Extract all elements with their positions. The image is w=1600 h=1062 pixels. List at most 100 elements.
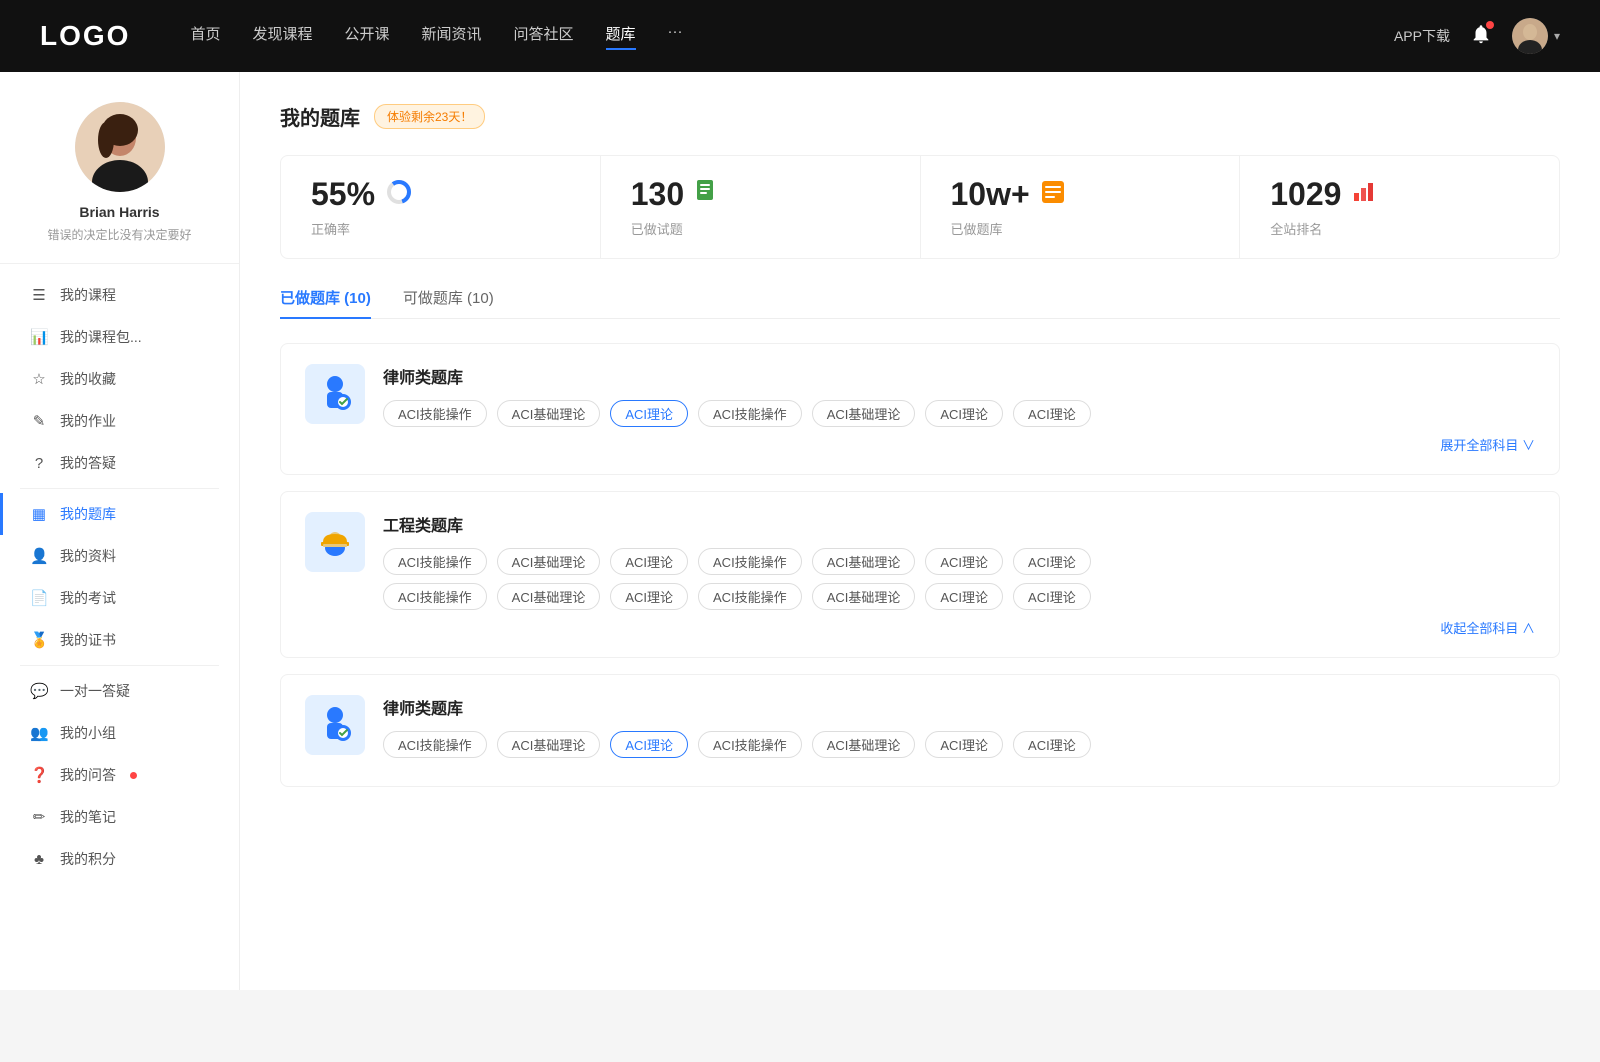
sidebar-divider-9 — [20, 665, 219, 666]
stat-card-3: 1029 全站排名 — [1240, 156, 1559, 258]
tag2-engineer1-2[interactable]: ACI理论 — [610, 583, 688, 610]
nav-item-发现课程[interactable]: 发现课程 — [252, 23, 312, 50]
tag2-engineer1-5[interactable]: ACI理论 — [925, 583, 1003, 610]
sidebar-item-label-profile: 我的资料 — [60, 546, 116, 566]
tag-lawyer2-3[interactable]: ACI技能操作 — [698, 731, 802, 758]
sidebar-item-notes[interactable]: ✏我的笔记 — [0, 796, 239, 838]
sidebar-item-question_bank[interactable]: ▦我的题库 — [0, 493, 239, 535]
sidebar-item-favorites[interactable]: ☆我的收藏 — [0, 358, 239, 400]
tag-engineer1-4[interactable]: ACI基础理论 — [812, 548, 916, 575]
tag2-engineer1-0[interactable]: ACI技能操作 — [383, 583, 487, 610]
navbar-right: APP下载 ▾ — [1394, 18, 1560, 54]
sidebar-item-exam[interactable]: 📄我的考试 — [0, 577, 239, 619]
stat-top-1: 130 — [631, 176, 890, 213]
sidebar-item-cert[interactable]: 🏅我的证书 — [0, 619, 239, 661]
stat-icon-2 — [1040, 179, 1066, 211]
tag2-engineer1-1[interactable]: ACI基础理论 — [497, 583, 601, 610]
sidebar-item-label-qa: 我的答疑 — [60, 453, 116, 473]
nav-item-首页[interactable]: 首页 — [190, 23, 220, 50]
tag-engineer1-1[interactable]: ACI基础理论 — [497, 548, 601, 575]
sidebar-item-courses[interactable]: ☰我的课程 — [0, 274, 239, 316]
tag-engineer1-2[interactable]: ACI理论 — [610, 548, 688, 575]
sidebar-item-label-points: 我的积分 — [60, 849, 116, 869]
qbank-icon-lawyer1 — [305, 364, 365, 424]
stat-top-3: 1029 — [1270, 176, 1529, 213]
sidebar-item-homework[interactable]: ✎ 我的作业 — [0, 400, 239, 442]
qbank-card-engineer1: 工程类题库ACI技能操作ACI基础理论ACI理论ACI技能操作ACI基础理论AC… — [280, 491, 1560, 658]
nav-item-新闻资讯[interactable]: 新闻资讯 — [422, 23, 482, 50]
stat-card-0: 55%正确率 — [281, 156, 601, 258]
tag2-engineer1-3[interactable]: ACI技能操作 — [698, 583, 802, 610]
stats-row: 55%正确率130已做试题10w+已做题库1029全站排名 — [280, 155, 1560, 259]
group-icon: 👥 — [30, 724, 48, 742]
qbank-icon-lawyer2 — [305, 695, 365, 755]
tag-lawyer1-1[interactable]: ACI基础理论 — [497, 400, 601, 427]
notes-icon: ✏ — [30, 808, 48, 826]
qbank-header-lawyer1: 律师类题库ACI技能操作ACI基础理论ACI理论ACI技能操作ACI基础理论AC… — [305, 364, 1535, 454]
tab-item-1[interactable]: 可做题库 (10) — [403, 287, 494, 318]
tag-engineer1-3[interactable]: ACI技能操作 — [698, 548, 802, 575]
sidebar: Brian Harris 错误的决定比没有决定要好 ☰我的课程📊我的课程包...… — [0, 72, 240, 990]
tag-lawyer2-0[interactable]: ACI技能操作 — [383, 731, 487, 758]
qbank-title-lawyer2: 律师类题库 — [383, 695, 1535, 719]
tag-lawyer2-1[interactable]: ACI基础理论 — [497, 731, 601, 758]
course_pack-icon: 📊 — [30, 328, 48, 346]
sidebar-item-one_on_one[interactable]: 💬一对一答疑 — [0, 670, 239, 712]
tag-engineer1-5[interactable]: ACI理论 — [925, 548, 1003, 575]
sidebar-item-course_pack[interactable]: 📊我的课程包... — [0, 316, 239, 358]
notification-dot — [1486, 21, 1494, 29]
sidebar-item-group[interactable]: 👥 我的小组 — [0, 712, 239, 754]
profile-avatar — [75, 102, 165, 192]
app-download-button[interactable]: APP下载 — [1394, 26, 1450, 46]
tag2-engineer1-6[interactable]: ACI理论 — [1013, 583, 1091, 610]
page-wrap: Brian Harris 错误的决定比没有决定要好 ☰我的课程📊我的课程包...… — [0, 72, 1600, 990]
notification-bell[interactable] — [1470, 23, 1492, 50]
user-motto: 错误的决定比没有决定要好 — [20, 226, 219, 243]
sidebar-item-qa[interactable]: ?我的答疑 — [0, 442, 239, 484]
page-title-row: 我的题库 体验剩余23天！ — [280, 102, 1560, 131]
qbank-body-engineer1: 工程类题库ACI技能操作ACI基础理论ACI理论ACI技能操作ACI基础理论AC… — [383, 512, 1535, 637]
sidebar-item-label-homework: 我的作业 — [60, 411, 116, 431]
user-avatar — [1512, 18, 1548, 54]
tag-lawyer2-5[interactable]: ACI理论 — [925, 731, 1003, 758]
tag-lawyer2-4[interactable]: ACI基础理论 — [812, 731, 916, 758]
qbank-tags2-engineer1: ACI技能操作 ACI基础理论 ACI理论 ACI技能操作 ACI基础理论 ACI理论 AC… — [383, 583, 1535, 610]
homework-icon: ✎ — [30, 412, 48, 430]
qbank-icon-engineer1 — [305, 512, 365, 572]
stat-label-3: 全站排名 — [1270, 219, 1529, 238]
qbank-footer-lawyer1[interactable]: 展开全部科目 ∨ — [383, 435, 1535, 454]
sidebar-item-points[interactable]: ♣我的积分 — [0, 838, 239, 880]
stat-label-1: 已做试题 — [631, 219, 890, 238]
tag-lawyer1-2[interactable]: ACI理论 — [610, 400, 688, 427]
stat-label-0: 正确率 — [311, 219, 570, 238]
qbank-tags-lawyer1: ACI技能操作 ACI基础理论 ACI理论 ACI技能操作 ACI基础理论 ACI理论 AC… — [383, 400, 1535, 427]
qbank-footer-engineer1[interactable]: 收起全部科目 ∧ — [383, 618, 1535, 637]
user-avatar-wrap[interactable]: ▾ — [1512, 18, 1560, 54]
tag-lawyer2-6[interactable]: ACI理论 — [1013, 731, 1091, 758]
tag-engineer1-0[interactable]: ACI技能操作 — [383, 548, 487, 575]
nav-item-···[interactable]: ··· — [668, 23, 683, 50]
user-name: Brian Harris — [20, 204, 219, 220]
qbank-title-engineer1: 工程类题库 — [383, 512, 1535, 536]
tag-lawyer1-0[interactable]: ACI技能操作 — [383, 400, 487, 427]
tab-item-0[interactable]: 已做题库 (10) — [280, 287, 371, 318]
logo: LOGO — [40, 20, 130, 52]
tag-lawyer1-4[interactable]: ACI基础理论 — [812, 400, 916, 427]
courses-icon: ☰ — [30, 286, 48, 304]
tag-lawyer1-6[interactable]: ACI理论 — [1013, 400, 1091, 427]
tag-lawyer1-3[interactable]: ACI技能操作 — [698, 400, 802, 427]
tag-engineer1-6[interactable]: ACI理论 — [1013, 548, 1091, 575]
nav-item-公开课[interactable]: 公开课 — [344, 23, 389, 50]
sidebar-item-my_qa[interactable]: ❓我的问答 — [0, 754, 239, 796]
sidebar-item-profile[interactable]: 👤我的资料 — [0, 535, 239, 577]
trial-badge: 体验剩余23天！ — [374, 104, 485, 129]
tag2-engineer1-4[interactable]: ACI基础理论 — [812, 583, 916, 610]
tag-lawyer1-5[interactable]: ACI理论 — [925, 400, 1003, 427]
favorites-icon: ☆ — [30, 370, 48, 388]
qbank-card-lawyer2: 律师类题库 ACI技能操作 ACI基础理论 ACI理论 ACI技能操作 ACI基础理论 AC… — [280, 674, 1560, 787]
nav-item-题库[interactable]: 题库 — [606, 23, 636, 50]
notification-dot-my_qa — [130, 772, 137, 779]
sidebar-item-label-group: 我的小组 — [60, 723, 116, 743]
nav-item-问答社区[interactable]: 问答社区 — [514, 23, 574, 50]
tag-lawyer2-2[interactable]: ACI理论 — [610, 731, 688, 758]
